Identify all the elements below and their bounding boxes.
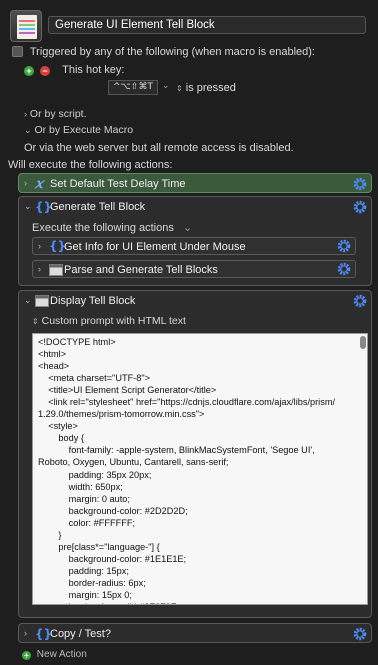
- sub-action-get-info[interactable]: › {} Get Info for UI Element Under Mouse: [32, 237, 356, 255]
- chevron-down-icon[interactable]: ⌄: [24, 295, 32, 306]
- chevron-down-icon: ⌄: [24, 125, 32, 135]
- trigger-row: Triggered by any of the following (when …: [12, 46, 372, 60]
- action-set-delay[interactable]: › 𝑥 Set Default Test Delay Time: [18, 173, 372, 193]
- prompt-type-value: Custom prompt with HTML text: [41, 315, 186, 327]
- or-by-script-label: Or by script.: [29, 108, 87, 120]
- gear-icon[interactable]: [353, 294, 367, 308]
- hotkey-label: This hot key:: [62, 64, 125, 76]
- hotkey-field[interactable]: ^⌥⇧⌘T: [108, 80, 158, 95]
- html-code-editor[interactable]: <!DOCTYPE html> <html> <head> <meta char…: [32, 333, 368, 605]
- macro-name-field[interactable]: Generate UI Element Tell Block: [48, 16, 366, 34]
- prompt-type-select[interactable]: ⇕ Custom prompt with HTML text: [32, 315, 186, 327]
- sub-action-parse-generate[interactable]: › Parse and Generate Tell Blocks: [32, 260, 356, 278]
- or-by-script-row[interactable]: › Or by script.: [24, 108, 87, 120]
- chevron-down-icon: ⌄: [182, 222, 193, 234]
- add-trigger-button[interactable]: +: [24, 66, 34, 76]
- chevron-down-icon[interactable]: ⌄: [24, 201, 32, 212]
- up-down-arrows-icon: ⇕: [32, 317, 39, 326]
- trigger-checkbox[interactable]: [12, 46, 23, 57]
- chevron-right-icon: ›: [24, 109, 27, 119]
- gear-icon[interactable]: [337, 262, 351, 276]
- gear-icon[interactable]: [353, 177, 367, 191]
- or-by-execute-row[interactable]: ⌄ Or by Execute Macro: [24, 124, 133, 136]
- will-execute-label: Will execute the following actions:: [8, 159, 173, 171]
- braces-icon: {}: [35, 627, 53, 641]
- sub-action-title: Parse and Generate Tell Blocks: [64, 264, 218, 276]
- window-icon: [49, 264, 63, 276]
- new-action-button[interactable]: + New Action: [22, 649, 87, 660]
- html-code-text[interactable]: <!DOCTYPE html> <html> <head> <meta char…: [38, 336, 356, 604]
- scrollbar[interactable]: [360, 336, 366, 349]
- braces-icon: {}: [49, 239, 67, 253]
- action-title: Display Tell Block: [50, 295, 136, 307]
- action-title: Set Default Test Delay Time: [50, 178, 186, 190]
- action-title: Generate Tell Block: [50, 201, 146, 213]
- variable-x-icon: 𝑥: [35, 176, 43, 192]
- macro-header: Generate UI Element Tell Block: [6, 8, 372, 42]
- sub-action-title: Get Info for UI Element Under Mouse: [64, 241, 246, 253]
- new-action-label: New Action: [36, 649, 87, 660]
- plus-icon: +: [22, 651, 31, 660]
- chevron-right-icon[interactable]: ›: [38, 241, 41, 251]
- hotkey-condition-select[interactable]: ⇕ is pressed: [176, 82, 236, 94]
- action-generate-tell-block[interactable]: ⌄ {} Generate Tell Block Execute the fol…: [18, 196, 372, 286]
- chevron-right-icon[interactable]: ›: [24, 178, 27, 188]
- chevron-right-icon[interactable]: ›: [24, 628, 27, 638]
- hotkey-condition-value: is pressed: [185, 82, 236, 94]
- window-icon: [35, 295, 49, 307]
- chevron-right-icon[interactable]: ›: [38, 264, 41, 274]
- action-title: Copy / Test?: [50, 628, 111, 640]
- up-down-arrows-icon: ⇕: [176, 84, 183, 93]
- remove-trigger-button[interactable]: −: [40, 66, 51, 76]
- gear-icon[interactable]: [353, 200, 367, 214]
- execute-label-text: Execute the following actions: [32, 222, 174, 234]
- gear-icon[interactable]: [337, 239, 351, 253]
- web-server-note: Or via the web server but all remote acc…: [24, 142, 294, 154]
- hotkey-row: + − This hot key:: [24, 64, 124, 78]
- chevron-down-icon[interactable]: ⌄: [162, 81, 170, 91]
- braces-icon: {}: [35, 200, 53, 214]
- macro-icon[interactable]: [10, 10, 42, 42]
- trigger-label: Triggered by any of the following (when …: [29, 46, 315, 58]
- action-display-tell-block[interactable]: ⌄ Display Tell Block ⇕ Custom prompt wit…: [18, 290, 372, 618]
- execute-label[interactable]: Execute the following actions ⌄: [32, 221, 192, 234]
- or-by-execute-label: Or by Execute Macro: [34, 124, 134, 136]
- gear-icon[interactable]: [353, 627, 367, 641]
- action-copy-test[interactable]: › {} Copy / Test?: [18, 623, 372, 643]
